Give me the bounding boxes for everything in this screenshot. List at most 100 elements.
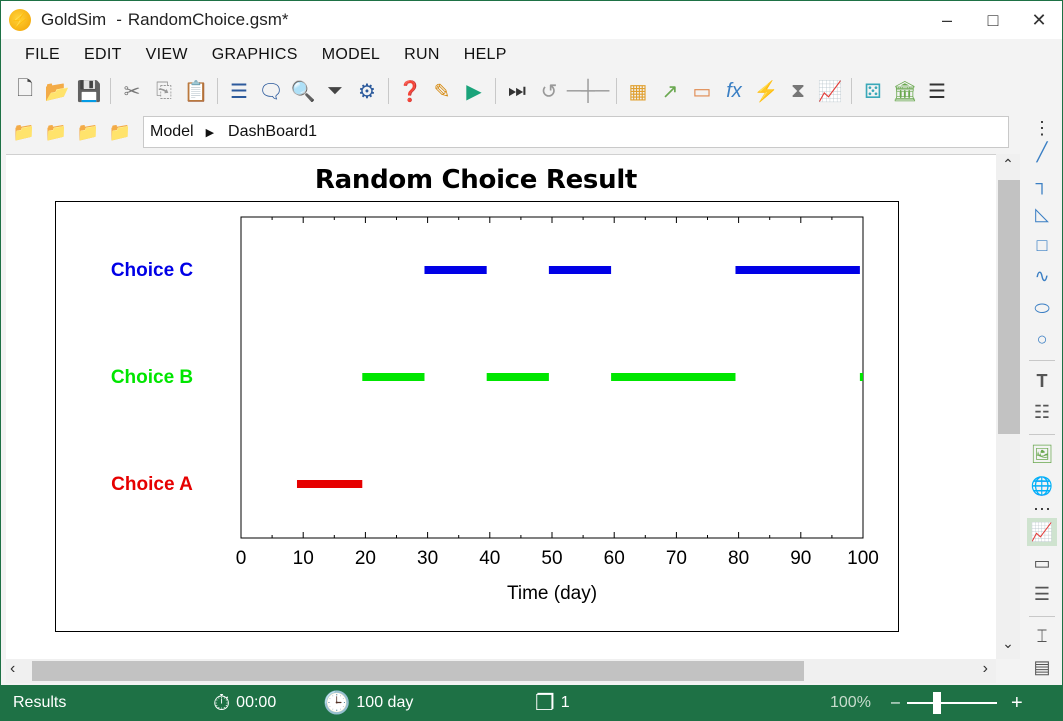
sim-time: 100 day	[356, 694, 414, 711]
menu-model[interactable]: MODEL	[310, 46, 392, 64]
toolbar-divider	[1029, 615, 1055, 617]
menu-file[interactable]: FILE	[13, 46, 72, 64]
triangle-tool-icon[interactable]: ◺	[1027, 200, 1057, 228]
reservoir-icon[interactable]: ▭	[687, 76, 717, 106]
document-name: RandomChoice.gsm*	[127, 10, 289, 29]
menu-help[interactable]: HELP	[452, 46, 519, 64]
menu-edit[interactable]: EDIT	[72, 46, 134, 64]
vertical-scrollbar[interactable]: ⌃ ⌄	[996, 154, 1020, 659]
x-tick-label: 10	[293, 548, 314, 569]
toolbar-divider	[495, 78, 496, 104]
close-button[interactable]: ✕	[1016, 1, 1062, 39]
list-tool-icon[interactable]: ☰	[1027, 581, 1057, 609]
forward-folder-icon[interactable]: 📁	[105, 117, 135, 147]
ellipse-tool-icon[interactable]: ○	[1027, 325, 1057, 353]
browser-icon[interactable]: ☰	[224, 76, 254, 106]
more-icon[interactable]: ⋯	[1027, 499, 1057, 519]
x-tick-label: 60	[604, 548, 625, 569]
financial-icon[interactable]: 🏛	[890, 76, 920, 106]
x-tick-label: 90	[790, 548, 811, 569]
zoom-slider-thumb[interactable]	[933, 692, 941, 714]
realization-icon: ❐	[535, 690, 555, 715]
hyperlink-tool-icon[interactable]: 🌐	[1027, 472, 1057, 500]
result-display-tool-icon[interactable]: 📈	[1027, 518, 1057, 547]
scroll-up-icon[interactable]: ⌃	[996, 156, 1020, 176]
settings-icon[interactable]: ⚙	[352, 76, 382, 106]
result-chart-icon[interactable]: 📈	[815, 76, 845, 106]
button-tool-icon[interactable]: ▭	[1027, 549, 1057, 577]
edit-mode-icon[interactable]: ✎	[427, 76, 457, 106]
zoom-out-button[interactable]: –	[891, 685, 900, 721]
graphics-toolbar: ⋮ ╱ ┐ ◺ □ ∿ ⬭ ○ T ☷ 🖼 🌐 ⋯ 📈 ▭ ☰ ⌶ ▤	[1022, 113, 1062, 685]
rectangle-tool-icon[interactable]: □	[1027, 232, 1057, 260]
scroll-right-icon[interactable]: ›	[983, 660, 988, 678]
toolbar-divider	[110, 78, 111, 104]
function-icon[interactable]: fx	[719, 76, 749, 106]
new-file-icon[interactable]: 🗋	[10, 76, 40, 106]
maximize-button[interactable]: □	[970, 1, 1016, 39]
help-icon[interactable]: ❓	[395, 76, 425, 106]
menu-graphics[interactable]: GRAPHICS	[200, 46, 310, 64]
breadcrumb-arrow-icon[interactable]: ▶	[206, 126, 214, 139]
minimize-button[interactable]: –	[924, 1, 970, 39]
vertical-scroll-thumb[interactable]	[998, 180, 1020, 434]
speed-slider[interactable]: ─┼─	[566, 76, 610, 106]
copy-icon[interactable]: ⎘	[149, 76, 179, 106]
curve-tool-icon[interactable]: ∿	[1027, 263, 1057, 291]
main-toolbar: 🗋 📂 💾 ✂ ⎘ 📋 ☰ 🗨 🔍 ⏷ ⚙ ❓ ✎ ▶ ⏭ ↺ ─┼─ ▦ ↗ …	[1, 71, 1062, 111]
breadcrumb-root[interactable]: Model	[150, 123, 194, 141]
scroll-down-icon[interactable]: ⌄	[996, 635, 1020, 655]
breadcrumb-current[interactable]: DashBoard1	[228, 123, 317, 141]
table-tool-icon[interactable]: ▤	[1027, 654, 1057, 682]
x-tick-label: 40	[479, 548, 500, 569]
event-icon[interactable]: ⚡	[751, 76, 781, 106]
connector-tool-icon[interactable]: ┐	[1027, 169, 1057, 197]
menu-view[interactable]: VIEW	[134, 46, 200, 64]
paste-icon[interactable]: 📋	[181, 76, 211, 106]
notes-icon[interactable]: 🗨	[256, 76, 286, 106]
menu-run[interactable]: RUN	[392, 46, 452, 64]
toolbar-divider	[616, 78, 617, 104]
scroll-left-icon[interactable]: ‹	[10, 660, 15, 678]
filter-icon[interactable]: ⏷	[320, 76, 350, 106]
list-icon[interactable]: ☰	[922, 76, 952, 106]
dashboard-canvas[interactable]: Random Choice Result 0 10 20 30 40 50 60 70 80 90…	[6, 154, 996, 659]
app-name: GoldSim	[41, 10, 107, 29]
horizontal-scroll-thumb[interactable]	[32, 661, 804, 681]
text-box-tool-icon[interactable]: ☷	[1027, 399, 1057, 427]
container-icon[interactable]: ▦	[623, 76, 653, 106]
run-icon[interactable]: ▶	[459, 76, 489, 106]
clock-time: 00:00	[236, 694, 277, 711]
zoom-level: 100%	[830, 694, 871, 711]
up-folder-icon[interactable]: 📁	[41, 117, 71, 147]
horizontal-scrollbar[interactable]: ‹ ›	[6, 659, 996, 683]
more-icon[interactable]: ⋮	[1027, 118, 1057, 138]
chart-frame[interactable]: 0 10 20 30 40 50 60 70 80 90 100 Time (day) Choice A…	[55, 201, 899, 632]
clock-status: ⏱ 00:00	[213, 685, 276, 721]
x-axis-label: Time (day)	[507, 583, 597, 604]
find-icon[interactable]: 🔍	[288, 76, 318, 106]
mode-label: Results	[13, 694, 67, 711]
image-tool-icon[interactable]: 🖼	[1027, 441, 1057, 469]
back-folder-icon[interactable]: 📁	[73, 117, 103, 147]
app-window: ⚡ GoldSim - RandomChoice.gsm* – □ ✕ FILE…	[0, 0, 1063, 721]
zoom-in-button[interactable]: +	[1011, 685, 1023, 721]
x-tick-label: 30	[417, 548, 438, 569]
navigation-bar: 📁 📁 📁 📁 Model ▶ DashBoard1	[1, 113, 1023, 151]
save-icon[interactable]: 💾	[74, 76, 104, 106]
menu-bar: FILE EDIT VIEW GRAPHICS MODEL RUN HELP	[1, 39, 1062, 71]
input-field-tool-icon[interactable]: ⌶	[1027, 623, 1057, 651]
x-tick-label: 100	[847, 548, 879, 569]
export-icon[interactable]: ↗	[655, 76, 685, 106]
home-folder-icon[interactable]: 📁	[9, 117, 39, 147]
zoom-slider[interactable]	[907, 702, 997, 704]
stochastic-icon[interactable]: ⚄	[858, 76, 888, 106]
reset-icon[interactable]: ↺	[534, 76, 564, 106]
text-tool-icon[interactable]: T	[1027, 367, 1057, 395]
delay-icon[interactable]: ⧗	[783, 76, 813, 106]
line-tool-icon[interactable]: ╱	[1027, 138, 1057, 166]
cut-icon[interactable]: ✂	[117, 76, 147, 106]
freeform-tool-icon[interactable]: ⬭	[1027, 294, 1057, 322]
step-icon[interactable]: ⏭	[502, 76, 532, 106]
open-folder-icon[interactable]: 📂	[42, 76, 72, 106]
